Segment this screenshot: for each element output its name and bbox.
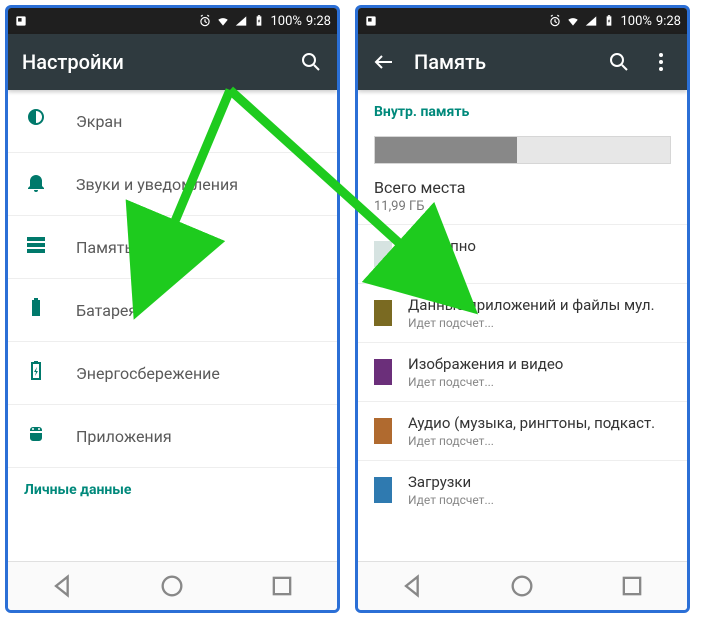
status-bar: 100% 9:28	[8, 8, 337, 34]
nav-bar	[358, 561, 687, 610]
search-icon[interactable]	[607, 50, 631, 74]
category-label: Данные приложений и файлы мул.	[408, 296, 655, 314]
battery-icon	[602, 14, 616, 28]
page-title: Настройки	[22, 50, 124, 74]
energy-icon	[24, 359, 48, 387]
alarm-icon	[198, 14, 212, 28]
settings-item-bell[interactable]: Звуки и уведомления	[8, 153, 337, 216]
category-sub: Идет подсчет...	[408, 375, 563, 389]
signal-icon	[234, 14, 248, 28]
home-button[interactable]	[158, 572, 186, 600]
wifi-icon	[566, 14, 580, 28]
home-button[interactable]	[508, 572, 536, 600]
storage-total: Всего места 11,99 ГБ	[358, 178, 687, 224]
battery-percent: 100%	[270, 14, 301, 29]
recents-button[interactable]	[618, 572, 646, 600]
storage-category-row[interactable]: Данные приложений и файлы мул. Идет подсч…	[358, 283, 687, 342]
settings-item-apps[interactable]: Приложения	[8, 405, 337, 468]
category-sub: Идет подсчет...	[408, 434, 655, 448]
apps-icon	[24, 422, 48, 450]
back-button[interactable]	[49, 572, 77, 600]
storage-icon	[24, 233, 48, 261]
bell-icon	[24, 170, 48, 198]
category-label: Загрузки	[408, 473, 494, 491]
list-item-label: Экран	[76, 112, 122, 131]
category-swatch	[374, 359, 392, 385]
list-item-label: Энергосбережение	[76, 364, 220, 383]
screenshot-icon	[364, 14, 378, 28]
clock: 9:28	[656, 14, 681, 29]
wifi-icon	[216, 14, 230, 28]
page-title: Память	[414, 50, 486, 74]
back-arrow-icon[interactable]	[372, 50, 396, 74]
alarm-icon	[548, 14, 562, 28]
clock: 9:28	[306, 14, 331, 29]
storage-category-row[interactable]: Загрузки Идет подсчет...	[358, 460, 687, 519]
total-label: Всего места	[374, 178, 671, 197]
storage-category-row[interactable]: Изображения и видео Идет подсчет...	[358, 342, 687, 401]
status-bar: 100% 9:28	[358, 8, 687, 34]
battery-icon	[24, 296, 48, 324]
category-swatch	[374, 241, 392, 267]
search-icon[interactable]	[299, 50, 323, 74]
category-swatch	[374, 418, 392, 444]
signal-icon	[584, 14, 598, 28]
display-icon	[24, 107, 48, 135]
screenshot-icon	[14, 14, 28, 28]
settings-item-display[interactable]: Экран	[8, 90, 337, 153]
settings-item-battery[interactable]: Батарея	[8, 279, 337, 342]
appbar-settings: Настройки	[8, 34, 337, 90]
phone-settings: 100% 9:28 Настройки Экран Звуки и уведомл…	[5, 5, 340, 613]
category-swatch	[374, 300, 392, 326]
category-label: Аудио (музыка, рингтоны, подкаст.	[408, 414, 655, 432]
category-label: Доступно	[408, 237, 476, 255]
list-item-label: Батарея	[76, 301, 137, 320]
back-button[interactable]	[399, 572, 427, 600]
nav-bar	[8, 561, 337, 610]
settings-item-energy[interactable]: Энергосбережение	[8, 342, 337, 405]
total-value: 11,99 ГБ	[374, 199, 671, 214]
battery-percent: 100%	[620, 14, 651, 29]
storage-subheader: Внутр. память	[358, 90, 687, 128]
storage-category-row[interactable]: Аудио (музыка, рингтоны, подкаст. Идет по…	[358, 401, 687, 460]
storage-category-row[interactable]: Доступно 6,63 ГБ	[358, 224, 687, 283]
category-swatch	[374, 477, 392, 503]
list-item-label: Приложения	[76, 427, 172, 446]
recents-button[interactable]	[268, 572, 296, 600]
storage-usage-bar	[374, 136, 671, 164]
settings-list: Экран Звуки и уведомления Память Батарея Эне…	[8, 90, 337, 562]
personal-data-subheader: Личные данные	[8, 468, 337, 506]
appbar-storage: Память	[358, 34, 687, 90]
phone-storage: 100% 9:28 Память Внутр. память Всего мес…	[355, 5, 690, 613]
storage-content: Внутр. память Всего места 11,99 ГБ Досту…	[358, 90, 687, 562]
category-sub: 6,63 ГБ	[408, 257, 476, 271]
list-item-label: Память	[76, 238, 133, 257]
list-item-label: Звуки и уведомления	[76, 175, 238, 194]
category-label: Изображения и видео	[408, 355, 563, 373]
overflow-menu-icon[interactable]	[649, 50, 673, 74]
category-sub: Идет подсчет...	[408, 316, 655, 330]
battery-icon	[252, 14, 266, 28]
settings-item-storage[interactable]: Память	[8, 216, 337, 279]
category-sub: Идет подсчет...	[408, 493, 494, 507]
